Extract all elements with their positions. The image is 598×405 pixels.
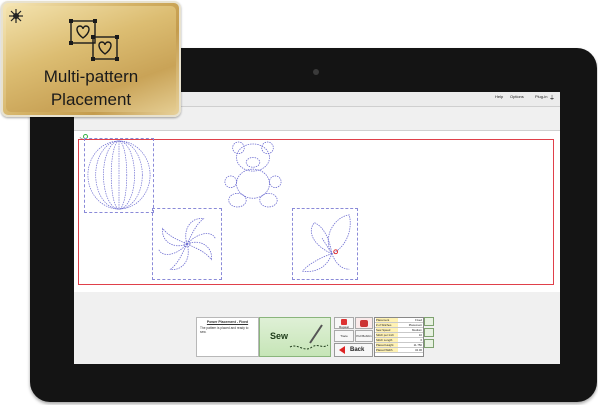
options-button[interactable]: Options xyxy=(510,94,524,99)
speed-up-button[interactable] xyxy=(424,317,434,326)
butterfly-pattern[interactable] xyxy=(292,208,358,280)
message-panel: Power Placement - Fixed The pattern is p… xyxy=(196,317,259,357)
info-table: Placement Fixed # of Stitches Placement Se… xyxy=(374,317,424,357)
striped-ball-pattern[interactable] xyxy=(84,138,154,213)
speed-down-button[interactable] xyxy=(424,328,434,337)
message-text: The pattern is placed and ready to sew. xyxy=(200,326,249,334)
zoom-button[interactable] xyxy=(424,339,434,348)
repeat-pattern-button[interactable]: Repeat Pattern xyxy=(334,317,354,333)
table-row: Placed Width 34.00 xyxy=(375,348,423,353)
app-screen: Help Options Plug-in ⏚ ↘ Power Placement… xyxy=(74,92,560,364)
sew-button[interactable]: Sew xyxy=(259,317,331,357)
back-arrow-icon xyxy=(339,346,345,354)
trace-label: Trace xyxy=(340,334,348,338)
help-button[interactable]: Help xyxy=(495,94,503,99)
pull-bobbin-button[interactable]: Pull Bobbin xyxy=(355,330,373,342)
plug-in-button[interactable]: Plug-in xyxy=(535,94,547,99)
pinwheel-pattern[interactable] xyxy=(152,208,222,280)
camera-dot xyxy=(313,69,319,75)
needle-icon xyxy=(289,324,329,350)
back-button[interactable]: Back xyxy=(334,343,373,357)
message-title: Power Placement - Fixed xyxy=(206,320,249,324)
pull-bobbin-label: Pull Bobbin xyxy=(356,334,372,338)
teddy-bear-pattern[interactable] xyxy=(220,138,285,210)
sunburst-icon xyxy=(9,9,23,23)
trace-button[interactable]: Trace xyxy=(334,330,354,342)
badge-title-line2: Placement xyxy=(50,90,132,109)
plug-icon[interactable]: ⏚ xyxy=(549,93,555,102)
badge-title-line1: Multi-pattern xyxy=(43,67,139,86)
spool-icon[interactable] xyxy=(355,317,373,329)
heart-frames-icon xyxy=(69,19,119,61)
bottom-controls: Power Placement - Fixed The pattern is p… xyxy=(74,292,560,364)
sew-label: Sew xyxy=(270,331,289,341)
quilt-canvas[interactable]: ↘ xyxy=(74,130,560,294)
feature-badge: Multi-pattern Placement xyxy=(1,1,181,117)
back-label: Back xyxy=(350,347,365,353)
